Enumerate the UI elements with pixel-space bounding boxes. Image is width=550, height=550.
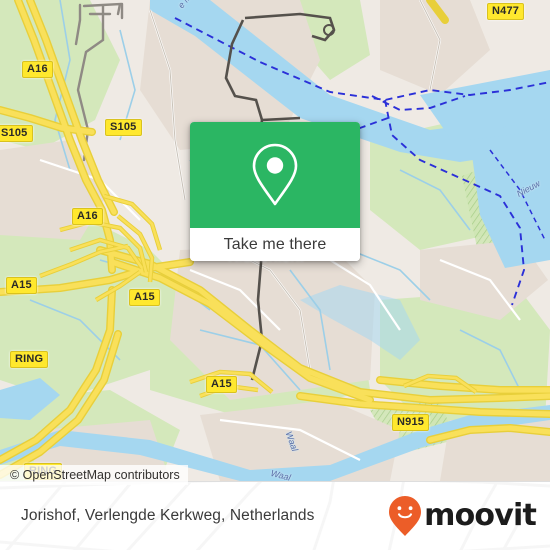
footer-bar: Jorishof, Verlengde Kerkweg, Netherlands… xyxy=(0,481,550,550)
map-pin-icon xyxy=(252,143,298,206)
moovit-logo[interactable]: moovit xyxy=(388,495,537,537)
take-me-there-button[interactable]: Take me there xyxy=(190,228,360,261)
road-shield-a15-east[interactable]: A15 xyxy=(129,289,160,306)
place-card[interactable]: Take me there xyxy=(190,122,360,261)
map-attribution[interactable]: © OpenStreetMap contributors xyxy=(0,465,188,485)
place-address-label: Jorishof, Verlengde Kerkweg, Netherlands xyxy=(21,507,315,524)
road-shield-a15-bottom[interactable]: A15 xyxy=(206,376,237,393)
road-shield-s105-east[interactable]: S105 xyxy=(105,119,142,136)
road-shield-a15-west[interactable]: A15 xyxy=(6,277,37,294)
moovit-smiley-pin-icon xyxy=(389,496,422,536)
road-shield-ring-upper[interactable]: RING xyxy=(10,351,49,368)
moovit-wordmark: moovit xyxy=(424,498,537,533)
road-shield-a16-south[interactable]: A16 xyxy=(72,208,103,225)
road-shield-s105-west[interactable]: S105 xyxy=(0,125,33,142)
road-shield-n477[interactable]: N477 xyxy=(487,3,525,20)
place-card-hero xyxy=(190,122,360,228)
moovit-place-card-screen: Ridderkerk e Maas Nieuw Waal Waal A16 S1… xyxy=(0,0,550,550)
road-shield-n915[interactable]: N915 xyxy=(392,414,430,431)
road-shield-a16-north[interactable]: A16 xyxy=(22,61,53,78)
